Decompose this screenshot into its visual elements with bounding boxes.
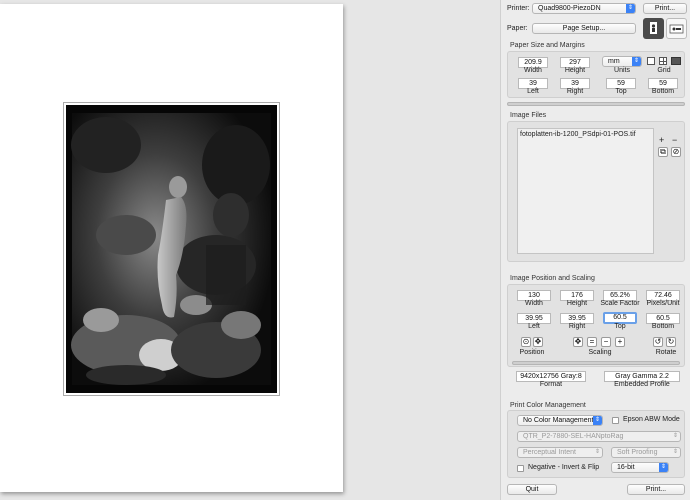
image-file-item[interactable]: fotoplatten-ib-1200_PSdpi-01-POS.tif <box>520 131 636 138</box>
paper-size-group: 209.9 Width 297 Height mm ⇕ Units Grid 3… <box>507 51 685 98</box>
negative-label: Negative - Invert & Flip <box>528 464 600 471</box>
image-width-label: Width <box>525 300 543 307</box>
chevron-updown-icon: ⇕ <box>593 416 602 425</box>
equal-scaling-icon[interactable]: = <box>587 337 597 347</box>
scaling-label: Scaling <box>588 349 612 356</box>
paper-label: Paper: <box>507 25 528 32</box>
position-group: 130 Width 176 Height 65.2% Scale Factor … <box>507 284 685 367</box>
margin-right-label: Right <box>566 88 584 95</box>
units-select[interactable]: mm ⇕ <box>602 56 642 67</box>
rendering-intent-select[interactable]: Perceptual Intent ⇕ <box>517 447 603 458</box>
printer-profile-select[interactable]: QTR_P2-7880-SEL-HANptoRag ⇕ <box>517 431 681 442</box>
image-bottom-label: Bottom <box>651 323 675 330</box>
quit-button[interactable]: Quit <box>507 484 557 495</box>
image-preview[interactable] <box>66 105 277 393</box>
rendering-intent-value: Perceptual Intent <box>523 449 576 456</box>
printer-label: Printer: <box>507 5 530 12</box>
center-position-icon[interactable]: ⊙ <box>521 337 531 347</box>
printer-profile-value: QTR_P2-7880-SEL-HANptoRag <box>523 433 624 440</box>
portrait-icon <box>650 22 657 34</box>
margin-top-label: Top <box>615 88 627 95</box>
soft-proofing-select[interactable]: Soft Proofing ⇕ <box>611 447 681 458</box>
print-button[interactable]: Print... <box>627 484 685 495</box>
remove-file-icon[interactable]: − <box>672 136 677 145</box>
units-label: Units <box>614 67 630 74</box>
chevron-updown-icon: ⇕ <box>632 57 641 66</box>
landscape-orientation-button[interactable] <box>666 18 687 39</box>
position-divider <box>512 361 680 365</box>
position-label: Position <box>519 349 545 356</box>
negative-checkbox[interactable] <box>517 465 524 472</box>
pixels-per-unit-label: Pixels/Unit <box>646 300 680 307</box>
paper-size-title: Paper Size and Margins <box>510 42 585 49</box>
print-button-top[interactable]: Print... <box>643 3 687 14</box>
rotate-right-icon[interactable]: ↻ <box>666 337 676 347</box>
color-management-title: Print Color Management <box>510 402 586 409</box>
fit-scaling-icon[interactable]: ✥ <box>573 337 583 347</box>
image-bounds[interactable] <box>63 102 280 396</box>
image-files-title: Image Files <box>510 112 547 119</box>
cancel-icon[interactable]: ⊘ <box>671 147 681 157</box>
grid-none-icon[interactable] <box>647 57 655 65</box>
chevron-updown-icon: ⇕ <box>626 4 635 13</box>
bit-depth-select[interactable]: 16-bit ⇕ <box>611 462 669 473</box>
image-top-label: Top <box>614 323 626 330</box>
chevron-updown-icon: ⇕ <box>594 449 601 455</box>
image-files-group: fotoplatten-ib-1200_PSdpi-01-POS.tif + −… <box>507 121 685 262</box>
print-settings-panel: Printer: Quad9800-PiezoDN ⇕ Print... Pap… <box>500 0 690 500</box>
print-preview-area <box>0 0 490 500</box>
bit-depth-value: 16-bit <box>617 464 635 471</box>
paper-width-label: Width <box>524 67 542 74</box>
chevron-updown-icon: ⇕ <box>672 449 679 455</box>
printer-select[interactable]: Quad9800-PiezoDN ⇕ <box>532 3 636 14</box>
page-setup-button[interactable]: Page Setup... <box>532 23 636 34</box>
soft-proofing-value: Soft Proofing <box>617 449 658 456</box>
rotate-left-icon[interactable]: ↺ <box>653 337 663 347</box>
image-height-label: Height <box>566 300 588 307</box>
margin-left-label: Left <box>527 88 539 95</box>
chevron-updown-icon: ⇕ <box>672 433 679 439</box>
add-file-icon[interactable]: + <box>659 136 664 145</box>
margin-bottom-label: Bottom <box>651 88 675 95</box>
photo-thumbnail <box>66 105 277 393</box>
duplicate-icon[interactable]: ⧉ <box>658 147 668 157</box>
scale-factor-label: Scale Factor <box>600 300 640 307</box>
image-file-list[interactable]: fotoplatten-ib-1200_PSdpi-01-POS.tif <box>517 128 654 254</box>
portrait-orientation-button[interactable] <box>643 18 664 39</box>
grid-fill-icon[interactable] <box>671 57 681 65</box>
embedded-profile-label: Embedded Profile <box>614 381 670 388</box>
grid-label: Grid <box>657 67 671 74</box>
move-position-icon[interactable]: ✥ <box>533 337 543 347</box>
decrease-scaling-icon[interactable]: − <box>601 337 611 347</box>
color-management-select[interactable]: No Color Management ⇕ <box>517 415 603 426</box>
position-title: Image Position and Scaling <box>510 275 595 282</box>
color-management-group: No Color Management ⇕ Epson ABW Mode QTR… <box>507 410 685 478</box>
divider <box>507 102 685 106</box>
chevron-updown-icon: ⇕ <box>659 463 668 472</box>
increase-scaling-icon[interactable]: + <box>615 337 625 347</box>
rotate-label: Rotate <box>655 349 677 356</box>
landscape-icon <box>669 24 684 34</box>
units-value: mm <box>608 58 620 65</box>
format-label: Format <box>539 381 563 388</box>
image-left-label: Left <box>528 323 540 330</box>
epson-abw-label: Epson ABW Mode <box>623 416 680 423</box>
paper-height-label: Height <box>564 67 586 74</box>
color-management-value: No Color Management <box>523 417 594 424</box>
printer-value: Quad9800-PiezoDN <box>538 5 601 12</box>
image-right-label: Right <box>568 323 586 330</box>
paper-preview <box>0 4 343 492</box>
epson-abw-checkbox[interactable] <box>612 417 619 424</box>
grid-lines-icon[interactable] <box>659 57 667 65</box>
